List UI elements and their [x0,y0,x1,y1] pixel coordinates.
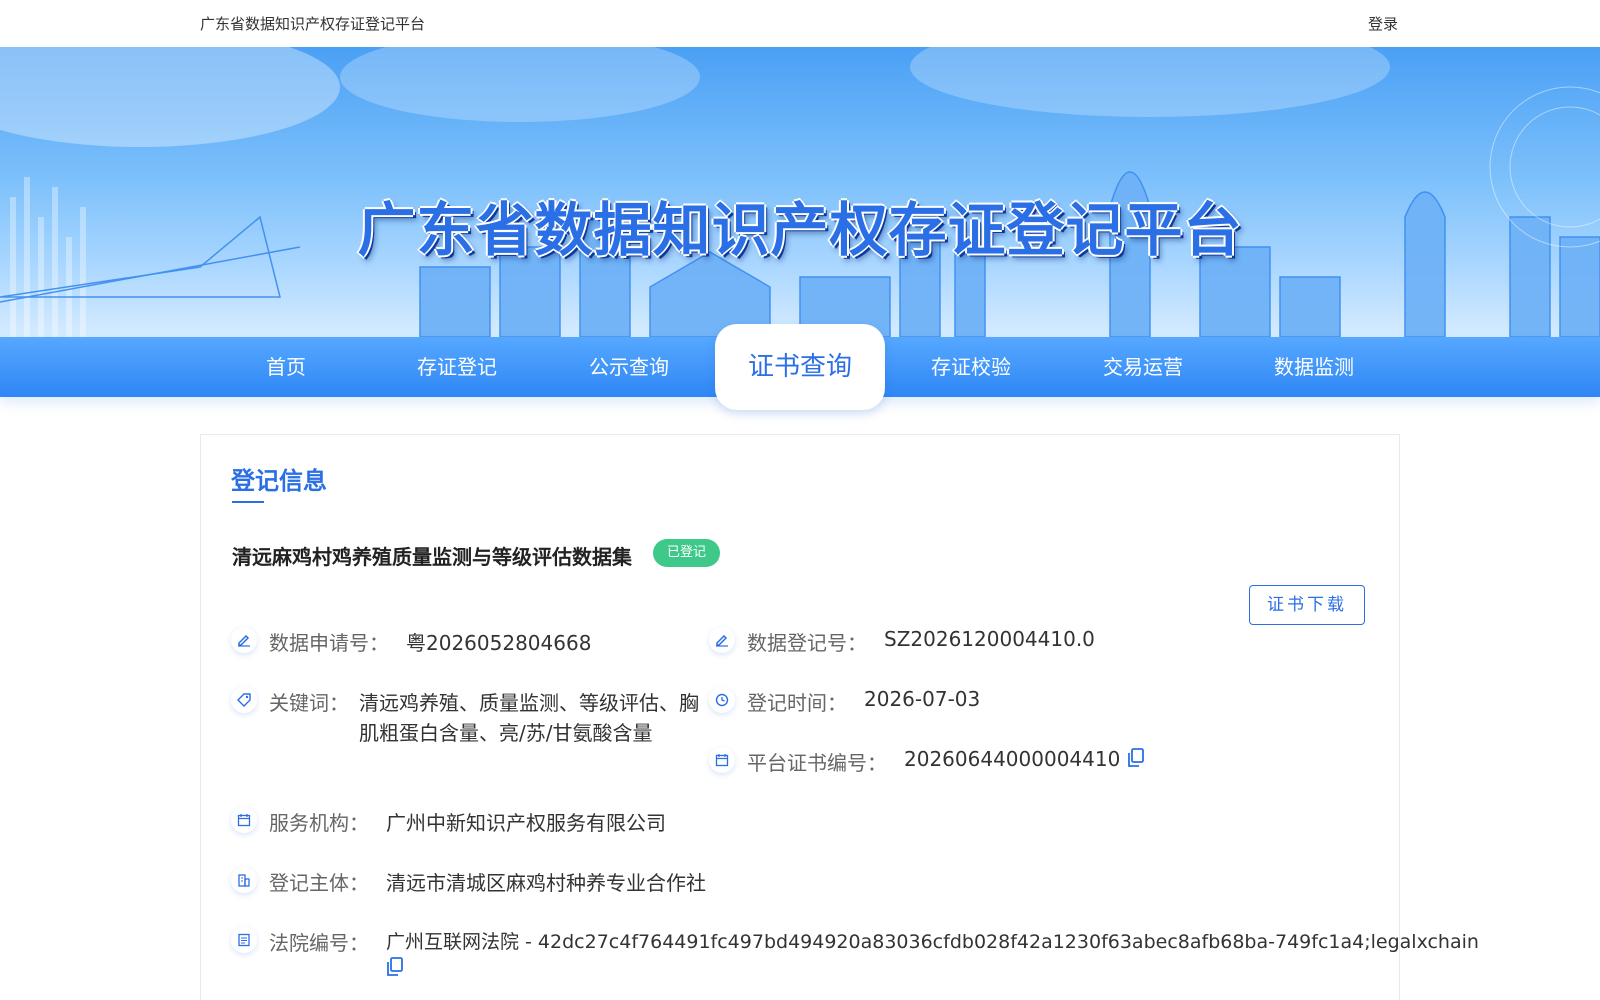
header-banner: 广东省数据知识产权存证登记平台 [0,47,1600,337]
registrant-value: 清远市清城区麻鸡村种养专业合作社 [386,871,706,895]
keywords-label: 关键词： [269,691,349,715]
status-badge: 已登记 [653,539,721,567]
registration-time-label: 登记时间： [747,691,847,715]
site-name: 广东省数据知识产权存证登记平台 [200,15,426,33]
copy-icon[interactable] [1127,748,1145,773]
certificate-no-label: 平台证书编号： [747,751,887,775]
nav-trading[interactable]: 交易运营 [1063,337,1223,397]
certificate-download-button[interactable]: 证书下载 [1249,585,1365,625]
copy-icon[interactable] [386,957,404,982]
calendar-icon [231,807,257,833]
service-org-value: 广州中新知识产权服务有限公司 [386,811,666,835]
clock-icon [709,687,735,713]
keywords-value-line1: 清远鸡养殖、质量监测、等级评估、胸 [359,691,699,715]
nav-public-query[interactable]: 公示查询 [549,337,709,397]
nav-registration[interactable]: 存证登记 [377,337,537,397]
calendar-icon [709,747,735,773]
section-underline [232,501,264,503]
registration-time-value: 2026-07-03 [864,687,981,711]
login-link[interactable]: 登录 [1368,13,1398,34]
building-icon [231,867,257,893]
registration-info-card: 登记信息 清远麻鸡村鸡养殖质量监测与等级评估数据集 已登记 证书下载 数据申请号… [200,434,1479,1000]
keywords-value-line2: 肌粗蛋白含量、亮/苏/甘氨酸含量 [359,721,653,745]
court-no-label: 法院编号： [269,931,369,955]
registration-no-value: SZ2026120004410.0 [884,627,1095,651]
certificate-no-value-wrap: 20260644000004410 [904,747,1145,773]
edit-icon [709,627,735,653]
edit-icon [231,627,257,653]
banner-title: 广东省数据知识产权存证登记平台 [357,196,1243,264]
nav-home[interactable]: 首页 [206,337,366,397]
application-no-label: 数据申请号： [269,631,389,655]
nav-certificate-query[interactable]: 证书查询 [715,324,885,410]
document-icon [231,927,257,953]
nav-verification[interactable]: 存证校验 [891,337,1051,397]
nav-monitoring[interactable]: 数据监测 [1234,337,1394,397]
tag-icon [231,687,257,713]
top-bar: 广东省数据知识产权存证登记平台 登录 [0,0,1600,47]
registrant-label: 登记主体： [269,871,369,895]
certificate-no-value: 20260644000004410 [904,747,1121,771]
service-org-label: 服务机构： [269,811,369,835]
record-name: 清远麻鸡村鸡养殖质量监测与等级评估数据集 [232,545,632,569]
registration-no-label: 数据登记号： [747,631,867,655]
court-no-value: 广州互联网法院 - 42dc27c4f764491fc497bd494920a8… [386,931,1479,953]
section-title: 登记信息 [231,467,327,495]
main-nav: 首页 存证登记 公示查询 证书查询 存证校验 交易运营 数据监测 [0,324,1600,410]
application-no-value: 粤2026052804668 [406,631,592,655]
